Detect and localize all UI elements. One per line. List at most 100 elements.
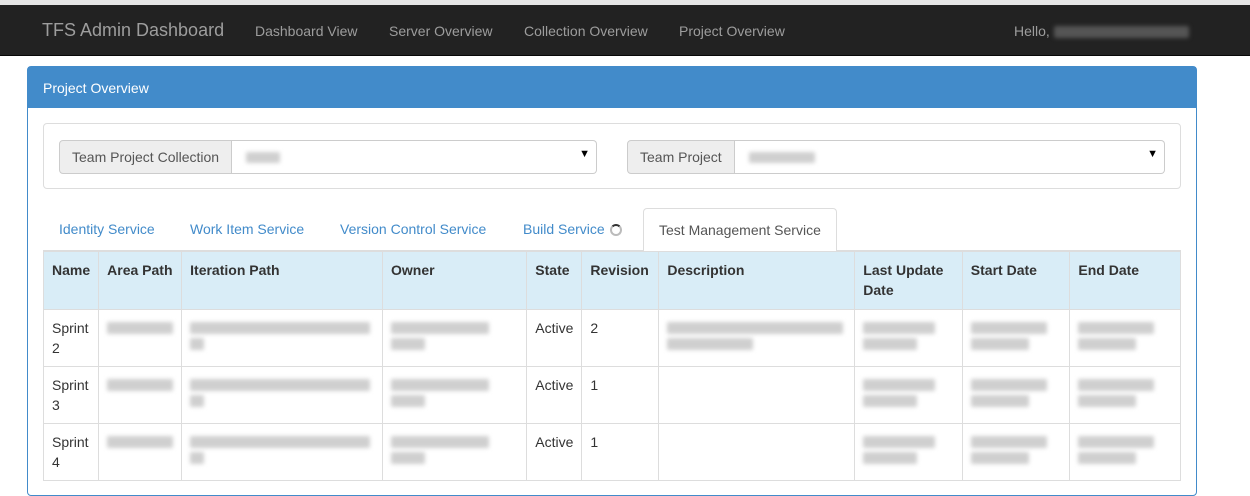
redacted-iteration-path <box>190 322 371 334</box>
col-revision: Revision <box>581 251 660 310</box>
col-last-update-date: Last Update Date <box>854 251 963 310</box>
cell-last-update-date <box>854 366 963 424</box>
redacted-date <box>1078 436 1155 448</box>
cell-revision: 1 <box>581 423 660 481</box>
redacted-date <box>863 395 918 407</box>
cell-iteration-path <box>181 366 384 424</box>
greeting-text: Hello, <box>1014 23 1050 39</box>
cell-state: Active <box>526 366 583 424</box>
cell-area-path <box>98 423 183 481</box>
table-header-row: Name Area Path Iteration Path Owner Stat… <box>42 251 1181 310</box>
project-select-group: Team Project ▼ <box>627 140 1165 174</box>
redacted-date <box>970 452 1029 464</box>
redacted-date <box>1078 395 1137 407</box>
cell-name: Sprint 3 <box>42 366 100 424</box>
redacted-date <box>863 379 936 391</box>
cell-revision: 1 <box>581 366 660 424</box>
cell-end-date <box>1069 309 1181 367</box>
redacted-owner <box>391 379 490 391</box>
col-description: Description <box>658 251 856 310</box>
table-row: Sprint 2 Active 2 <box>42 309 1181 367</box>
redacted-iteration-path <box>190 338 205 350</box>
service-tabs: Identity Service Work Item Service Versi… <box>43 208 1181 252</box>
redacted-date <box>1078 338 1137 350</box>
nav-dashboard-view[interactable]: Dashboard View <box>255 23 357 39</box>
cell-name: Sprint 4 <box>42 423 100 481</box>
cell-state: Active <box>526 423 583 481</box>
redacted-date <box>863 338 918 350</box>
col-start-date: Start Date <box>961 251 1071 310</box>
redacted-owner <box>391 436 490 448</box>
cell-last-update-date <box>854 423 963 481</box>
redacted-owner <box>391 322 490 334</box>
cell-owner <box>382 423 528 481</box>
cell-start-date <box>961 366 1071 424</box>
table-row: Sprint 4 Active 1 <box>42 423 1181 481</box>
redacted-date <box>1078 322 1155 334</box>
cell-owner <box>382 309 528 367</box>
tab-work-item-service[interactable]: Work Item Service <box>175 208 319 251</box>
project-select[interactable]: ▼ <box>734 140 1165 174</box>
tab-build-service-label: Build Service <box>523 221 605 237</box>
collection-label: Team Project Collection <box>59 140 233 174</box>
redacted-date <box>863 452 918 464</box>
cell-area-path <box>98 366 183 424</box>
redacted-area-path <box>107 322 174 334</box>
caret-down-icon: ▼ <box>579 148 590 160</box>
cell-iteration-path <box>181 309 384 367</box>
col-iteration-path: Iteration Path <box>181 251 384 310</box>
cell-description <box>658 309 856 367</box>
cell-name: Sprint 2 <box>42 309 100 367</box>
col-name: Name <box>42 251 100 310</box>
top-navbar: TFS Admin Dashboard Dashboard View Serve… <box>0 5 1250 56</box>
loading-spinner-icon <box>609 224 622 236</box>
col-end-date: End Date <box>1069 251 1181 310</box>
cell-end-date <box>1069 366 1181 424</box>
redacted-project-value <box>748 152 815 163</box>
col-area-path: Area Path <box>98 251 183 310</box>
project-label: Team Project <box>627 140 735 174</box>
redacted-date <box>1078 452 1137 464</box>
redacted-date <box>1078 379 1155 391</box>
caret-down-icon: ▼ <box>1147 148 1158 160</box>
redacted-area-path <box>107 379 174 391</box>
redacted-iteration-path <box>190 452 205 464</box>
col-owner: Owner <box>382 251 528 310</box>
tab-build-service[interactable]: Build Service <box>508 208 637 251</box>
redacted-owner <box>391 395 426 407</box>
cell-area-path <box>98 309 183 367</box>
redacted-area-path <box>107 436 174 448</box>
redacted-collection-value <box>246 152 281 163</box>
cell-owner <box>382 366 528 424</box>
tab-identity-service[interactable]: Identity Service <box>44 208 170 251</box>
cell-end-date <box>1069 423 1181 481</box>
redacted-owner <box>391 338 426 350</box>
redacted-date <box>970 338 1029 350</box>
redacted-date <box>863 322 936 334</box>
col-state: State <box>526 251 583 310</box>
cell-state: Active <box>526 309 583 367</box>
sprints-table: Name Area Path Iteration Path Owner Stat… <box>42 251 1181 481</box>
redacted-date <box>863 436 936 448</box>
collection-select-group: Team Project Collection ▼ <box>59 140 597 174</box>
cell-iteration-path <box>181 423 384 481</box>
redacted-date <box>970 322 1047 334</box>
redacted-username <box>1053 26 1189 39</box>
selector-well: Team Project Collection ▼ Team Project ▼ <box>43 123 1181 189</box>
nav-server-overview[interactable]: Server Overview <box>389 23 492 39</box>
redacted-date <box>970 379 1047 391</box>
nav-project-overview[interactable]: Project Overview <box>679 23 785 39</box>
redacted-description <box>667 338 754 350</box>
redacted-date <box>970 395 1029 407</box>
redacted-iteration-path <box>190 395 205 407</box>
cell-description <box>658 423 856 481</box>
tab-test-management-service[interactable]: Test Management Service <box>643 208 837 252</box>
project-overview-panel: Project Overview Team Project Collection… <box>27 66 1197 496</box>
user-greeting[interactable]: Hello, <box>1014 23 1189 39</box>
table-row: Sprint 3 Active 1 <box>42 366 1181 424</box>
nav-collection-overview[interactable]: Collection Overview <box>524 23 648 39</box>
collection-select[interactable]: ▼ <box>232 140 597 174</box>
tab-version-control-service[interactable]: Version Control Service <box>325 208 501 251</box>
cell-start-date <box>961 309 1071 367</box>
app-brand[interactable]: TFS Admin Dashboard <box>42 20 224 41</box>
